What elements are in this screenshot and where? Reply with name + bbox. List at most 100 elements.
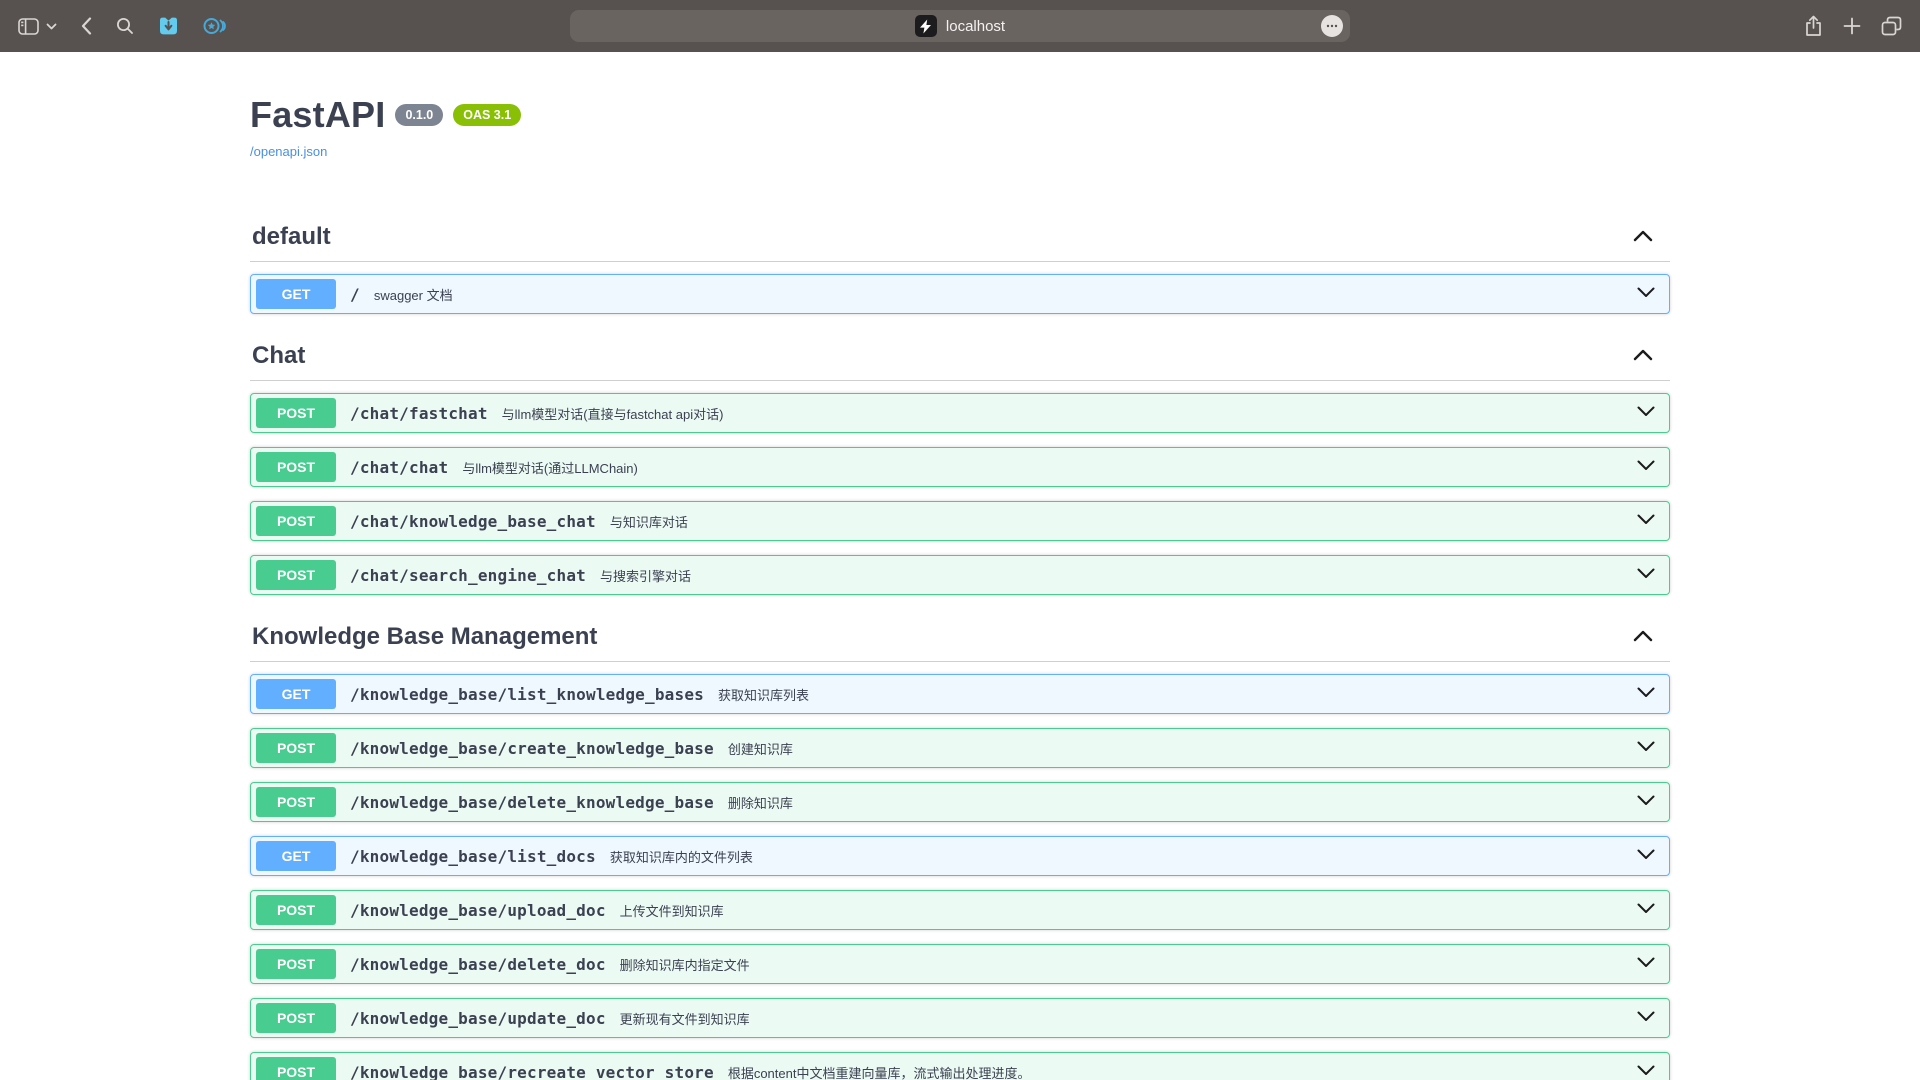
back-button[interactable] — [81, 17, 92, 35]
method-badge: POST — [256, 895, 336, 925]
operation-expand-button[interactable] — [1628, 405, 1664, 421]
api-info: FastAPI 0.1.0 OAS 3.1 /openapi.json — [250, 94, 1670, 161]
section-collapse-button[interactable] — [1618, 229, 1668, 246]
operation-description: 创建知识库 — [728, 739, 1628, 758]
operation-row[interactable]: POST /knowledge_base/delete_doc 删除知识库内指定… — [250, 944, 1670, 984]
chevron-down-icon — [1636, 741, 1656, 756]
operation-path: /chat/search_engine_chat — [350, 566, 586, 585]
operation-description: 与llm模型对话(直接与fastchat api对话) — [502, 404, 1628, 423]
more-options-icon — [1326, 24, 1338, 28]
operation-path: /knowledge_base/recreate_vector_store — [350, 1063, 714, 1080]
section-collapse-button[interactable] — [1618, 629, 1668, 646]
section-header[interactable]: default — [250, 213, 1670, 262]
chevron-down-icon — [1636, 795, 1656, 810]
api-sections: default GET / swagger 文档 Chat — [250, 213, 1670, 1080]
method-badge: POST — [256, 1057, 336, 1080]
tab-overview-button[interactable] — [1881, 16, 1902, 36]
operation-expand-button[interactable] — [1628, 567, 1664, 583]
operation-description: 与搜索引擎对话 — [600, 566, 1628, 585]
operation-expand-button[interactable] — [1628, 1064, 1664, 1080]
section-header[interactable]: Chat — [250, 332, 1670, 381]
chevron-down-icon — [1636, 514, 1656, 529]
operation-description: 获取知识库列表 — [718, 685, 1628, 704]
operation-row[interactable]: POST /chat/chat 与llm模型对话(通过LLMChain) — [250, 447, 1670, 487]
chevron-down-icon — [1636, 1065, 1656, 1080]
version-badge: 0.1.0 — [395, 104, 443, 126]
operation-row[interactable]: POST /chat/knowledge_base_chat 与知识库对话 — [250, 501, 1670, 541]
operation-expand-button[interactable] — [1628, 459, 1664, 475]
operation-row[interactable]: POST /knowledge_base/upload_doc 上传文件到知识库 — [250, 890, 1670, 930]
operation-row[interactable]: POST /knowledge_base/delete_knowledge_ba… — [250, 782, 1670, 822]
method-badge: POST — [256, 1003, 336, 1033]
plus-icon — [1843, 17, 1861, 35]
method-badge: POST — [256, 452, 336, 482]
share-icon — [1804, 15, 1823, 37]
chevron-down-icon — [1636, 406, 1656, 421]
operation-path: /knowledge_base/delete_doc — [350, 955, 606, 974]
operation-expand-button[interactable] — [1628, 848, 1664, 864]
section-operations: GET /knowledge_base/list_knowledge_bases… — [250, 662, 1670, 1080]
operation-description: 删除知识库 — [728, 793, 1628, 812]
section-title-text: Knowledge Base Management — [252, 623, 597, 651]
sidebar-menu-button[interactable] — [46, 23, 57, 30]
section-header[interactable]: Knowledge Base Management — [250, 613, 1670, 662]
operation-expand-button[interactable] — [1628, 286, 1664, 302]
operation-row[interactable]: GET /knowledge_base/list_knowledge_bases… — [250, 674, 1670, 714]
oas-badge: OAS 3.1 — [453, 104, 521, 126]
new-tab-button[interactable] — [1843, 17, 1861, 35]
operation-row[interactable]: POST /knowledge_base/update_doc 更新现有文件到知… — [250, 998, 1670, 1038]
api-tag-section: default GET / swagger 文档 — [250, 213, 1670, 314]
chevron-down-icon — [1636, 849, 1656, 864]
site-favicon-bolt-icon — [915, 15, 937, 37]
operation-description: 与知识库对话 — [610, 512, 1628, 531]
section-operations: GET / swagger 文档 — [250, 262, 1670, 314]
operation-path: / — [350, 285, 360, 304]
pinned-live-icon — [203, 16, 227, 36]
section-collapse-button[interactable] — [1618, 348, 1668, 365]
method-badge: GET — [256, 841, 336, 871]
operation-expand-button[interactable] — [1628, 1010, 1664, 1026]
operation-row[interactable]: POST /knowledge_base/recreate_vector_sto… — [250, 1052, 1670, 1080]
chevron-down-icon — [1636, 287, 1656, 302]
operation-expand-button[interactable] — [1628, 902, 1664, 918]
operation-expand-button[interactable] — [1628, 794, 1664, 810]
operation-expand-button[interactable] — [1628, 513, 1664, 529]
pinned-tab-live-button[interactable] — [203, 16, 227, 36]
more-options-button[interactable] — [1321, 15, 1343, 37]
section-title-text: default — [252, 223, 331, 251]
operation-description: 更新现有文件到知识库 — [620, 1009, 1628, 1028]
operation-row[interactable]: GET / swagger 文档 — [250, 274, 1670, 314]
share-button[interactable] — [1804, 15, 1823, 37]
operation-description: 与llm模型对话(通过LLMChain) — [462, 458, 1628, 477]
pinned-tab-bookmark-button[interactable] — [158, 16, 179, 36]
chevron-up-icon — [1632, 350, 1654, 365]
sidebar-toggle-button[interactable] — [18, 18, 39, 35]
chevron-down-icon — [1636, 568, 1656, 583]
chevron-down-icon — [1636, 903, 1656, 918]
page-title: FastAPI — [250, 94, 385, 135]
operation-row[interactable]: POST /knowledge_base/create_knowledge_ba… — [250, 728, 1670, 768]
sidebar-toggle-icon — [18, 18, 39, 35]
address-bar[interactable]: localhost — [570, 10, 1350, 42]
method-badge: POST — [256, 949, 336, 979]
operation-expand-button[interactable] — [1628, 740, 1664, 756]
operation-expand-button[interactable] — [1628, 956, 1664, 972]
operation-description: 根据content中文档重建向量库，流式输出处理进度。 — [728, 1063, 1628, 1080]
operation-path: /chat/knowledge_base_chat — [350, 512, 596, 531]
page-content: FastAPI 0.1.0 OAS 3.1 /openapi.json defa… — [0, 52, 1920, 1080]
operation-row[interactable]: GET /knowledge_base/list_docs 获取知识库内的文件列… — [250, 836, 1670, 876]
chevron-down-icon — [46, 23, 57, 30]
operation-path: /knowledge_base/create_knowledge_base — [350, 739, 714, 758]
operation-expand-button[interactable] — [1628, 686, 1664, 702]
method-badge: GET — [256, 679, 336, 709]
operation-path: /knowledge_base/list_docs — [350, 847, 596, 866]
chevron-down-icon — [1636, 460, 1656, 475]
openapi-spec-link[interactable]: /openapi.json — [250, 144, 327, 159]
search-button[interactable] — [116, 17, 134, 35]
back-chevron-icon — [81, 17, 92, 35]
api-tag-section: Knowledge Base Management GET /knowledge… — [250, 613, 1670, 1080]
method-badge: POST — [256, 560, 336, 590]
operation-row[interactable]: POST /chat/search_engine_chat 与搜索引擎对话 — [250, 555, 1670, 595]
operation-row[interactable]: POST /chat/fastchat 与llm模型对话(直接与fastchat… — [250, 393, 1670, 433]
pinned-bookmark-icon — [158, 16, 179, 36]
